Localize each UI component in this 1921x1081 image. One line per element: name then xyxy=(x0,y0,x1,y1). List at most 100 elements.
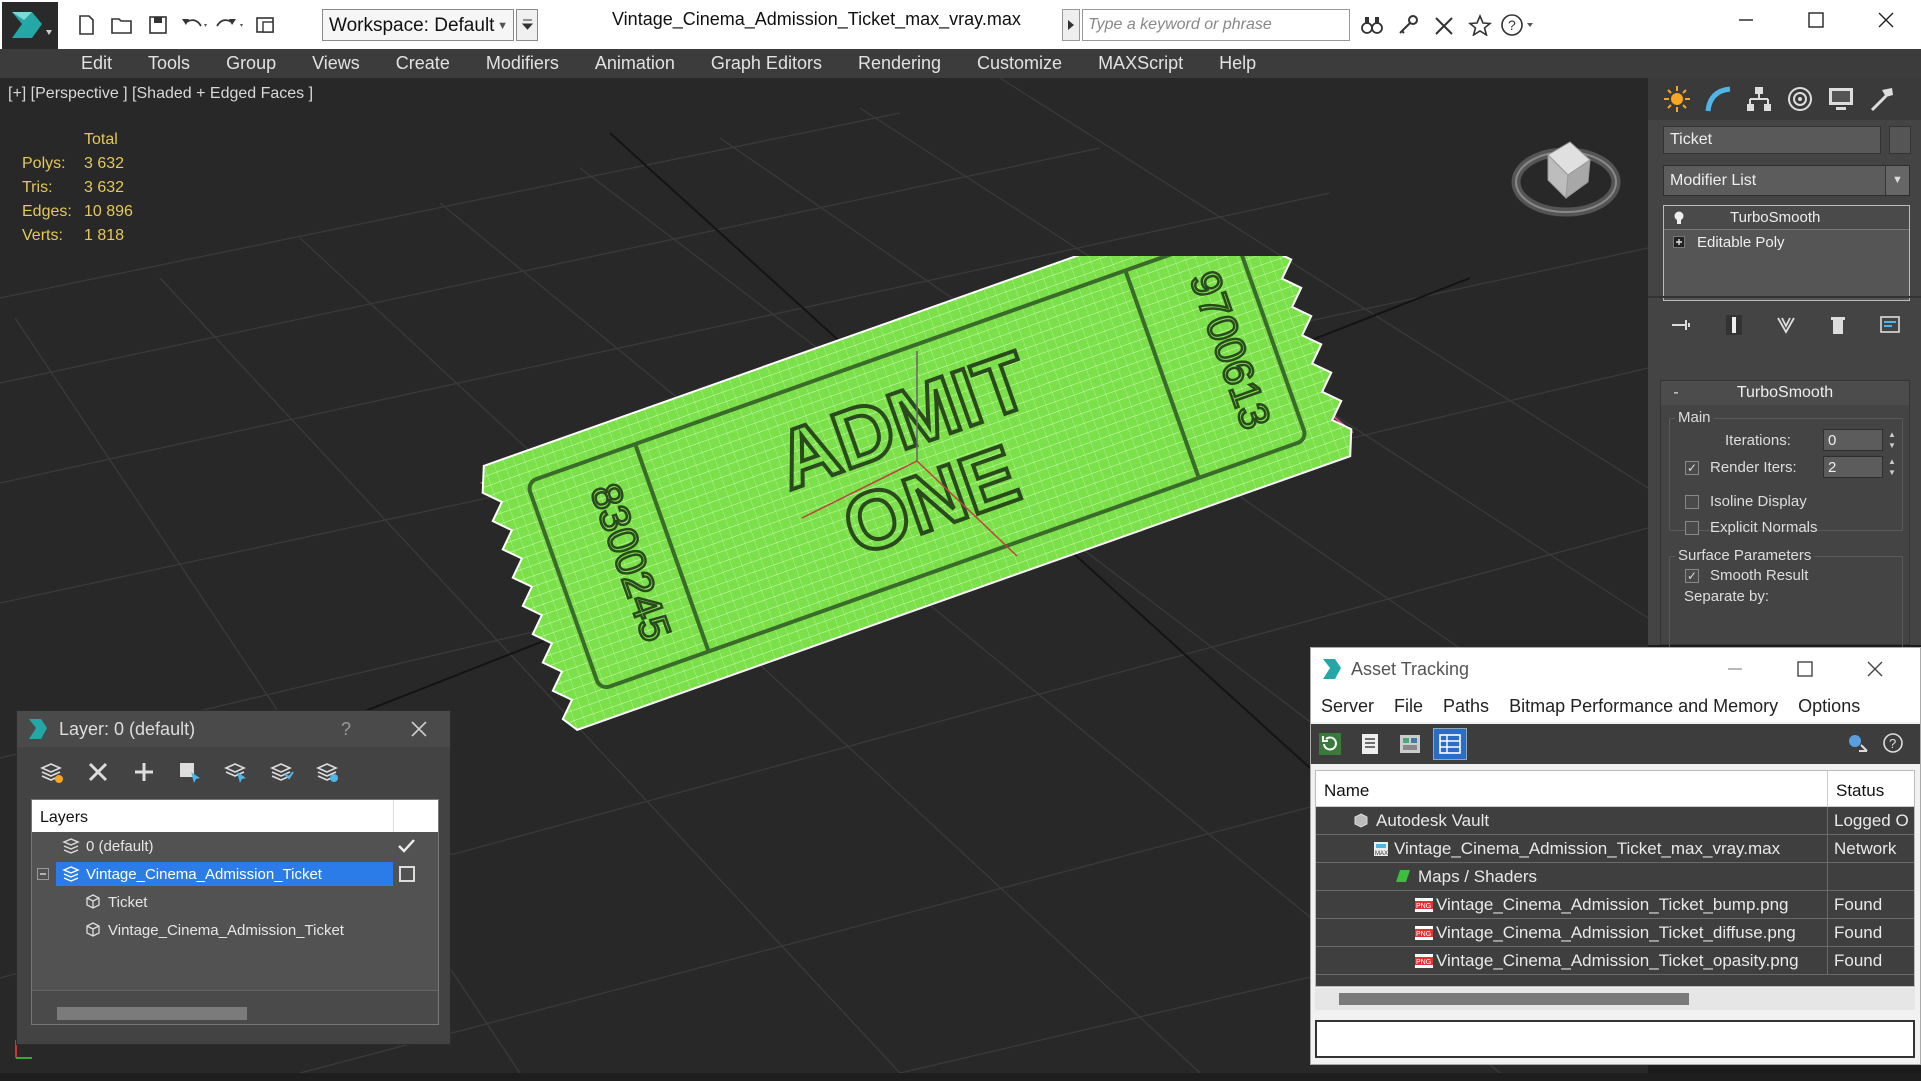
turbosmooth-rollout-header[interactable]: - TurboSmooth xyxy=(1661,381,1909,405)
remove-modifier-icon[interactable] xyxy=(1826,314,1852,336)
minimize-button[interactable] xyxy=(1711,0,1781,40)
delete-layer-button[interactable] xyxy=(75,760,121,784)
menu-bitmap-performance[interactable]: Bitmap Performance and Memory xyxy=(1499,696,1788,717)
ticket-model[interactable]: ADMIT ONE 8300245 9700613 xyxy=(472,256,1372,816)
viewport-label[interactable]: [+] [Perspective ] [Shaded + Edged Faces… xyxy=(8,85,313,103)
object-color-swatch[interactable] xyxy=(1889,126,1911,154)
asset-row[interactable]: PNG Vintage_Cinema_Admission_Ticket_opas… xyxy=(1316,947,1914,975)
menu-file[interactable]: File xyxy=(1384,696,1433,717)
menu-group[interactable]: Group xyxy=(208,53,294,74)
collapse-minus-icon[interactable] xyxy=(37,868,49,880)
menu-edit[interactable]: Edit xyxy=(64,53,130,74)
new-layer-button[interactable] xyxy=(29,760,75,784)
asset-path-field[interactable] xyxy=(1315,1020,1915,1058)
subscription-button[interactable] xyxy=(1426,8,1462,42)
object-row[interactable]: Vintage_Cinema_Admission_Ticket xyxy=(32,916,438,944)
render-iters-spinner[interactable]: 2 xyxy=(1823,456,1883,478)
current-layer-box-icon[interactable] xyxy=(399,866,415,882)
new-file-button[interactable] xyxy=(68,8,104,42)
explicit-normals-checkbox[interactable] xyxy=(1685,521,1699,535)
close-button[interactable] xyxy=(1851,0,1921,40)
menu-animation[interactable]: Animation xyxy=(577,53,693,74)
menu-customize[interactable]: Customize xyxy=(959,53,1080,74)
help-button[interactable]: ? xyxy=(1498,8,1540,42)
asset-window-titlebar[interactable]: Asset Tracking xyxy=(1311,648,1920,690)
render-iters-checkbox[interactable]: ✓ xyxy=(1685,461,1699,475)
checkmark-icon[interactable] xyxy=(396,837,416,855)
hide-all-layers-button[interactable] xyxy=(305,760,351,784)
stack-item-editable-poly[interactable]: Editable Poly xyxy=(1664,230,1909,254)
asset-row[interactable]: Autodesk Vault Logged O xyxy=(1316,807,1914,835)
layers-column-header[interactable]: Layers xyxy=(32,800,438,832)
project-folder-button[interactable] xyxy=(248,8,284,42)
maximize-button[interactable] xyxy=(1781,0,1851,40)
redo-button[interactable] xyxy=(212,8,248,42)
vault-connect-icon[interactable] xyxy=(1845,731,1871,757)
binoculars-button[interactable] xyxy=(1354,8,1390,42)
workspace-dropdown[interactable]: Workspace: Default ▼ xyxy=(322,9,514,41)
close-icon[interactable] xyxy=(409,719,429,739)
favorites-button[interactable] xyxy=(1462,8,1498,42)
menu-options[interactable]: Options xyxy=(1788,696,1870,717)
menu-tools[interactable]: Tools xyxy=(130,53,208,74)
set-current-layer-button[interactable] xyxy=(259,760,305,784)
scrollbar-thumb[interactable] xyxy=(1339,993,1689,1005)
vault-help-icon[interactable]: ? xyxy=(1881,731,1907,757)
show-end-result-icon[interactable] xyxy=(1721,313,1747,337)
asset-row[interactable]: PNG Vintage_Cinema_Admission_Ticket_bump… xyxy=(1316,891,1914,919)
select-objects-button[interactable] xyxy=(167,760,213,784)
layer-row-selected[interactable]: Vintage_Cinema_Admission_Ticket xyxy=(32,860,438,888)
column-name[interactable]: Name xyxy=(1316,771,1828,806)
asset-row[interactable]: Maps / Shaders xyxy=(1316,863,1914,891)
configure-modifier-sets-icon[interactable] xyxy=(1878,314,1904,336)
stack-item-turbosmooth[interactable]: TurboSmooth xyxy=(1664,206,1909,230)
make-unique-icon[interactable] xyxy=(1774,314,1800,336)
spinner-arrows-icon[interactable]: ▲ ▼ xyxy=(1885,429,1899,451)
open-file-button[interactable] xyxy=(104,8,140,42)
menu-graph-editors[interactable]: Graph Editors xyxy=(693,53,840,74)
search-input[interactable]: Type a keyword or phrase xyxy=(1082,9,1350,41)
table-view-button[interactable] xyxy=(1433,728,1467,760)
column-status[interactable]: Status xyxy=(1828,771,1884,806)
asset-row[interactable]: MAX Vintage_Cinema_Admission_Ticket_max_… xyxy=(1316,835,1914,863)
viewcube-icon[interactable] xyxy=(1508,120,1628,230)
asset-horizontal-scrollbar[interactable] xyxy=(1315,988,1915,1010)
tab-modify[interactable] xyxy=(1697,81,1738,117)
menu-maxscript[interactable]: MAXScript xyxy=(1080,53,1201,74)
list-view-icon[interactable] xyxy=(1357,731,1383,757)
close-icon[interactable] xyxy=(1865,659,1885,679)
iterations-spinner[interactable]: 0 xyxy=(1823,429,1883,451)
spinner-arrows-icon[interactable]: ▲ ▼ xyxy=(1885,456,1899,478)
menu-create[interactable]: Create xyxy=(378,53,468,74)
help-button[interactable]: ? xyxy=(341,719,351,740)
maximize-icon[interactable] xyxy=(1795,659,1815,679)
thumbnail-view-icon[interactable] xyxy=(1397,731,1423,757)
save-file-button[interactable] xyxy=(140,8,176,42)
add-to-layer-button[interactable] xyxy=(121,760,167,784)
asset-row[interactable]: PNG Vintage_Cinema_Admission_Ticket_diff… xyxy=(1316,919,1914,947)
layer-window-titlebar[interactable]: Layer: 0 (default) ? xyxy=(17,711,450,747)
pin-stack-icon[interactable] xyxy=(1669,314,1695,336)
menu-server[interactable]: Server xyxy=(1311,696,1384,717)
undo-button[interactable] xyxy=(176,8,212,42)
modifier-list-dropdown[interactable]: Modifier List ▼ xyxy=(1663,165,1910,196)
key-tool-button[interactable] xyxy=(1390,8,1426,42)
tab-motion[interactable] xyxy=(1779,81,1820,117)
tab-hierarchy[interactable] xyxy=(1738,81,1779,117)
menu-rendering[interactable]: Rendering xyxy=(840,53,959,74)
smooth-result-checkbox[interactable]: ✓ xyxy=(1685,569,1699,583)
refresh-icon[interactable] xyxy=(1317,731,1343,757)
object-name-field[interactable]: Ticket xyxy=(1663,126,1881,154)
minimize-icon[interactable] xyxy=(1725,659,1745,679)
horizontal-scrollbar[interactable] xyxy=(57,1007,247,1020)
select-layer-button[interactable] xyxy=(213,760,259,784)
search-expand-button[interactable] xyxy=(1062,9,1080,41)
menu-help[interactable]: Help xyxy=(1201,53,1274,74)
menu-views[interactable]: Views xyxy=(294,53,378,74)
layer-row[interactable]: 0 (default) xyxy=(32,832,438,860)
menu-paths[interactable]: Paths xyxy=(1433,696,1499,717)
isoline-display-checkbox[interactable] xyxy=(1685,495,1699,509)
tab-create[interactable] xyxy=(1656,81,1697,117)
object-row[interactable]: Ticket xyxy=(32,888,438,916)
workspace-menu-button[interactable] xyxy=(516,9,538,41)
